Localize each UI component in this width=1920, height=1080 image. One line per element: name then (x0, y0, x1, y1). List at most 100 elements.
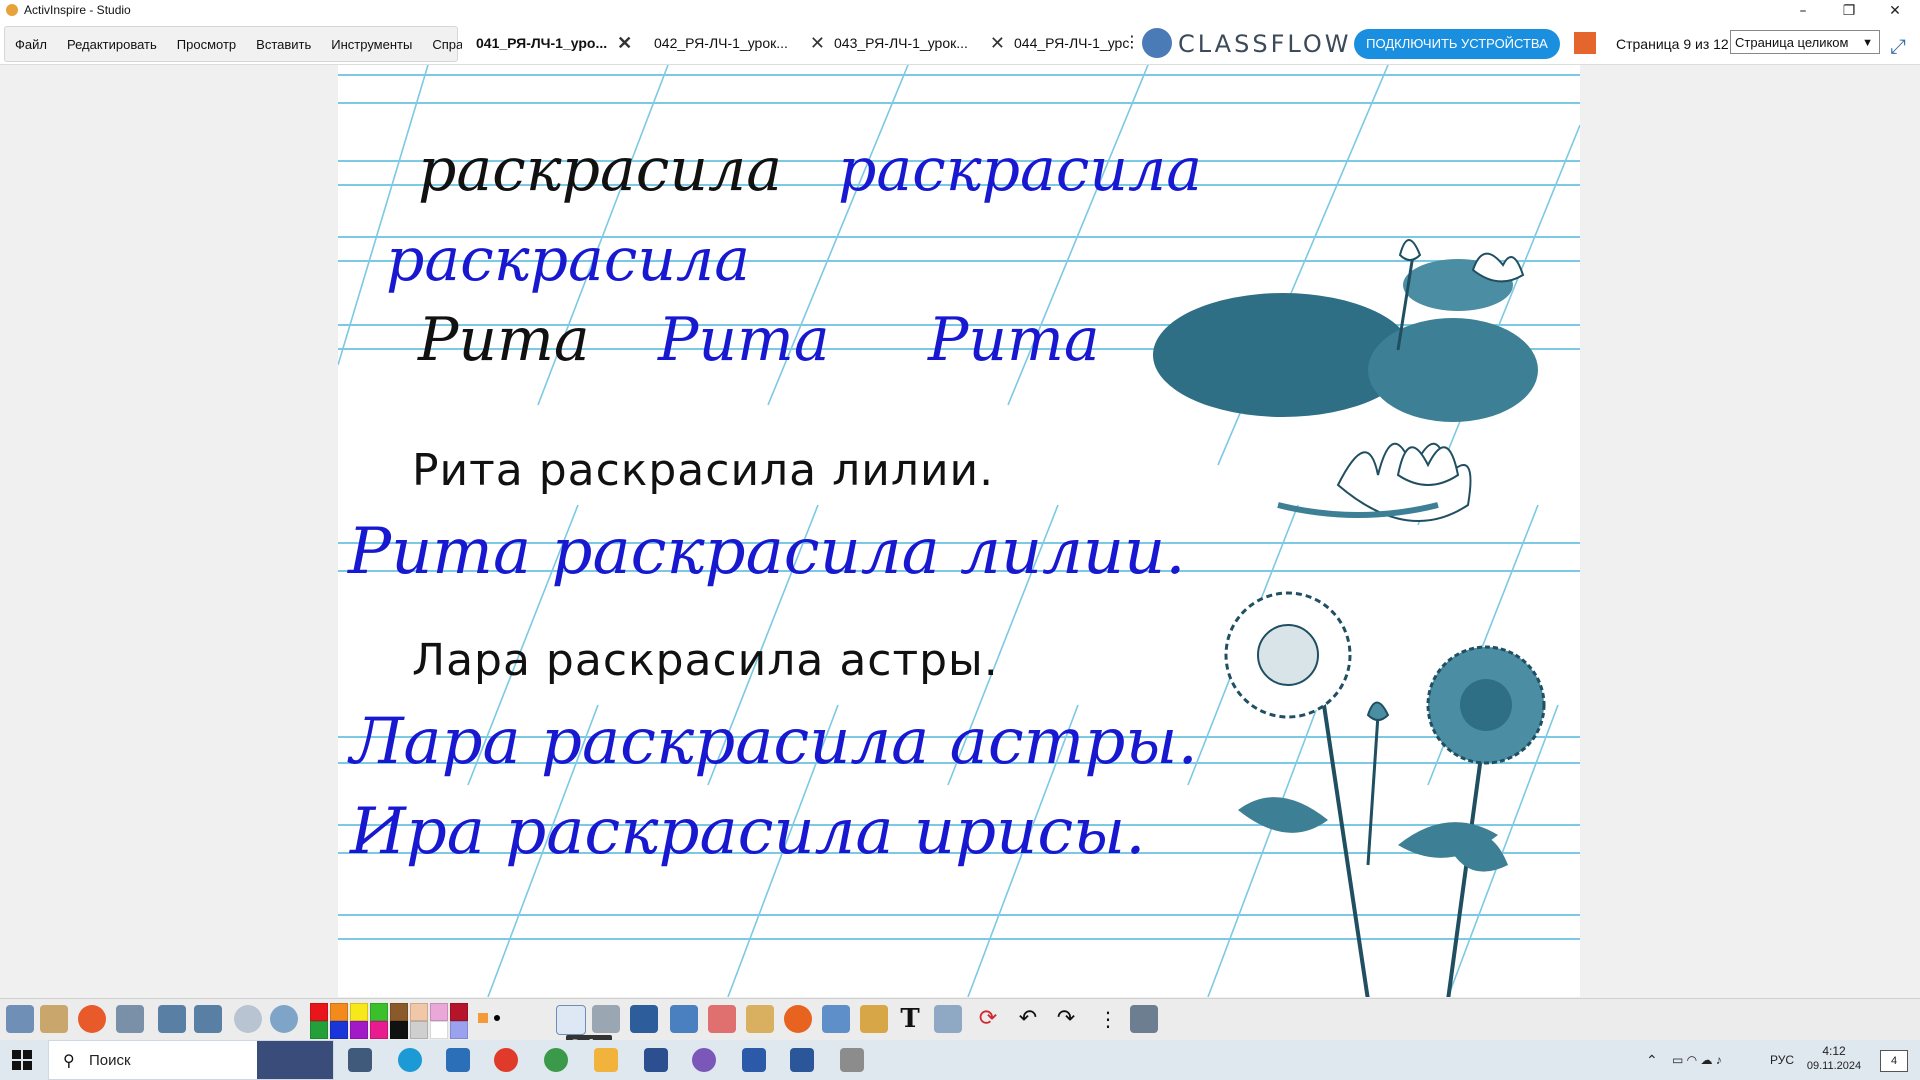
tool-palette: T ⟳ ↶ ↷ ⋮ (0, 998, 1920, 1041)
color-swatch[interactable] (310, 1021, 328, 1039)
app-icon[interactable] (742, 1048, 766, 1072)
desktop-annotate-icon[interactable] (116, 1005, 144, 1033)
system-tray-icons[interactable]: ▭ ◠ ☁ ♪ (1672, 1040, 1722, 1080)
color-swatch[interactable] (370, 1021, 388, 1039)
color-swatch[interactable] (390, 1003, 408, 1021)
tab-flipchart-044[interactable]: 044_РЯ-ЛЧ-1_урс (1002, 22, 1134, 64)
main-menu-icon[interactable] (6, 1005, 34, 1033)
tab-flipchart-043[interactable]: 043_РЯ-ЛЧ-1_урок... ✕ (822, 22, 1006, 64)
handwriting-sample-word: раскрасила (418, 135, 783, 205)
connector-icon[interactable] (822, 1005, 850, 1033)
pen-width-selector[interactable] (474, 1007, 502, 1035)
color-swatch[interactable] (350, 1003, 368, 1021)
resource-library-icon[interactable] (860, 1005, 888, 1033)
page-indicator: Страница 9 из 12 (1616, 36, 1729, 52)
highlighter-icon[interactable] (670, 1005, 698, 1033)
color-swatch[interactable] (430, 1021, 448, 1039)
redo-icon[interactable]: ↷ (1052, 1005, 1080, 1033)
tab-flipchart-041[interactable]: 041_РЯ-ЛЧ-1_уро... ✕ (462, 22, 646, 64)
fullscreen-icon[interactable]: ⤢ (1890, 34, 1906, 58)
aster-illustration (1224, 591, 1546, 997)
input-language[interactable]: РУС (1770, 1040, 1794, 1080)
search-input[interactable]: Поиск (89, 1052, 131, 1069)
tab-label: 041_РЯ-ЛЧ-1_уро... (476, 35, 608, 51)
menu-view[interactable]: Просмотр (167, 37, 246, 52)
activinspire-taskbar-icon[interactable] (840, 1048, 864, 1072)
text-tool-icon[interactable]: T (896, 1005, 924, 1033)
handwriting-name: Рита (928, 305, 1100, 375)
browsers-icon[interactable] (40, 1005, 68, 1033)
close-icon[interactable]: ✕ (617, 33, 632, 54)
pen-icon[interactable] (630, 1005, 658, 1033)
undo-icon[interactable]: ↶ (1014, 1005, 1042, 1033)
select-tool-icon[interactable] (556, 1005, 586, 1035)
color-swatch[interactable] (330, 1003, 348, 1021)
restore-button[interactable]: ❐ (1826, 0, 1872, 22)
reset-page-icon[interactable]: ⟳ (974, 1005, 1002, 1033)
word-icon[interactable] (790, 1048, 814, 1072)
minimize-button[interactable]: – (1780, 0, 1826, 22)
yandex-icon[interactable] (494, 1048, 518, 1072)
workspace: раскрасила раскрасила раскрасила Рита Ри… (0, 65, 1920, 997)
tab-flipchart-042[interactable]: 042_РЯ-ЛЧ-1_урок... ✕ (642, 22, 826, 64)
eraser-icon[interactable] (708, 1005, 736, 1033)
handwriting-word: раскрасила (386, 225, 751, 295)
more-tabs-icon[interactable]: ⋮ (1124, 32, 1140, 51)
view-mode-select[interactable]: Страница целиком ▼ (1730, 30, 1880, 54)
color-swatch[interactable] (450, 1021, 468, 1039)
clock[interactable]: 4:12 09.11.2024 (1804, 1040, 1864, 1080)
handwriting-name: Рита (658, 305, 830, 375)
color-swatch[interactable] (350, 1021, 368, 1039)
taskbar-search[interactable]: ⚲ Поиск (48, 1040, 334, 1080)
menu-tab-bar: Файл Редактировать Просмотр Вставить Инс… (0, 22, 1920, 65)
tab-label: 042_РЯ-ЛЧ-1_урок... (654, 35, 788, 51)
clear-icon[interactable] (934, 1005, 962, 1033)
menu-insert[interactable]: Вставить (246, 37, 321, 52)
more-tools-icon[interactable]: ⋮ (1094, 1005, 1122, 1033)
flipchart-page[interactable]: раскрасила раскрасила раскрасила Рита Ри… (338, 65, 1580, 997)
file-explorer-icon[interactable] (594, 1048, 618, 1072)
viber-icon[interactable] (692, 1048, 716, 1072)
menu-tools[interactable]: Инструменты (321, 37, 422, 52)
printed-sentence: Лара раскрасила астры. (412, 635, 999, 686)
edge-icon[interactable] (398, 1048, 422, 1072)
color-swatch[interactable] (450, 1003, 468, 1021)
color-swatch[interactable] (390, 1021, 408, 1039)
search-icon: ⚲ (63, 1051, 75, 1070)
menu-edit[interactable]: Редактировать (57, 37, 167, 52)
connect-devices-button[interactable]: ПОДКЛЮЧИТЬ УСТРОЙСТВА (1354, 29, 1560, 59)
notifications-icon[interactable]: 4 (1880, 1050, 1908, 1072)
color-swatch[interactable] (430, 1003, 448, 1021)
handwriting-word: раскрасила (838, 135, 1203, 205)
color-swatch[interactable] (310, 1003, 328, 1021)
palette-settings-icon[interactable] (1130, 1005, 1158, 1033)
task-view-icon[interactable] (348, 1048, 372, 1072)
color-swatch[interactable] (330, 1021, 348, 1039)
app-icon[interactable] (644, 1048, 668, 1072)
color-swatch[interactable] (370, 1003, 388, 1021)
color-swatch[interactable] (410, 1003, 428, 1021)
menu-file[interactable]: Файл (5, 37, 57, 52)
previous-page-icon[interactable] (158, 1005, 186, 1033)
tools-icon[interactable] (592, 1005, 620, 1033)
title-bar: ActivInspire - Studio – ❐ ✕ (0, 0, 1920, 22)
next-page-icon[interactable] (194, 1005, 222, 1033)
store-icon[interactable] (446, 1048, 470, 1072)
play-icon[interactable] (234, 1005, 262, 1033)
windows-start-icon[interactable] (12, 1050, 32, 1070)
show-hidden-icons-icon[interactable]: ⌃ (1646, 1040, 1658, 1080)
classflow-logo-icon (1142, 28, 1172, 58)
web-browser-icon[interactable] (270, 1005, 298, 1033)
menu-bar: Файл Редактировать Просмотр Вставить Инс… (4, 26, 483, 62)
printed-sentence: Рита раскрасила лилии. (412, 445, 995, 496)
close-window-button[interactable]: ✕ (1872, 0, 1918, 22)
activinspire-app-icon (6, 4, 18, 16)
shape-icon[interactable] (784, 1005, 812, 1033)
chrome-icon[interactable] (544, 1048, 568, 1072)
fill-icon[interactable] (746, 1005, 774, 1033)
handwritten-sentence: Рита раскрасила лилии. (348, 515, 1186, 589)
page-sorter-icon[interactable] (1574, 32, 1596, 54)
color-swatch[interactable] (410, 1021, 428, 1039)
activinspire-dashboard-icon[interactable] (78, 1005, 106, 1033)
window-title: ActivInspire - Studio (24, 3, 131, 17)
